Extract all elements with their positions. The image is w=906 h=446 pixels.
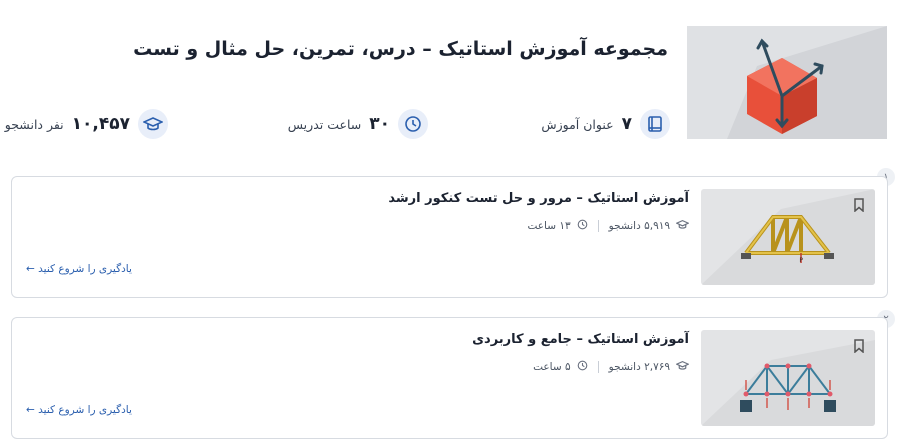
course-duration: ۱۳ ساعت <box>527 220 571 232</box>
page-title: مجموعه آموزش استاتیک – درس، تمرین، حل مث… <box>133 38 668 60</box>
stat-value: ۷ <box>621 114 632 134</box>
course-card[interactable]: آموزش استاتیک – جامع و کاربردی ۲,۷۶۹ دان… <box>11 317 888 439</box>
clock-icon <box>398 109 428 139</box>
course-title[interactable]: آموزش استاتیک – مرور و حل تست کنکور ارشد <box>388 191 689 206</box>
course-thumbnail[interactable]: P <box>701 189 875 285</box>
course-meta: ۵,۹۱۹ دانشجو ۱۳ ساعت <box>527 219 690 233</box>
svg-text:P: P <box>799 257 803 264</box>
book-icon <box>640 109 670 139</box>
stat-label: ساعت تدریس <box>287 116 362 132</box>
course-duration: ۵ ساعت <box>533 361 571 373</box>
bookmark-icon[interactable] <box>853 197 865 216</box>
divider <box>597 220 599 232</box>
divider <box>597 361 599 373</box>
course-thumbnail[interactable] <box>701 330 875 426</box>
student-count: ۵,۹۱۹ دانشجو <box>608 220 670 232</box>
stat-label: عنوان آموزش <box>541 116 614 132</box>
stat-label: نفر دانشجو <box>4 116 64 132</box>
stat-value: ۳۰ <box>369 114 390 134</box>
graduation-cap-icon <box>138 109 168 139</box>
start-learning-link[interactable]: یادگیری را شروع کنید ← <box>26 404 132 416</box>
clock-icon <box>577 360 588 374</box>
stat-hours: ۳۰ ساعت تدریس <box>288 109 428 139</box>
course-title[interactable]: آموزش استاتیک – جامع و کاربردی <box>472 332 689 347</box>
start-learning-link[interactable]: یادگیری را شروع کنید ← <box>26 263 132 275</box>
stat-value: ۱۰,۴۵۷ <box>71 114 130 134</box>
stat-courses: ۷ عنوان آموزش <box>541 109 670 139</box>
course-card[interactable]: P آموزش استاتیک – مرور و حل تست کنکور ار… <box>11 176 888 298</box>
graduation-cap-icon <box>675 219 690 233</box>
clock-icon <box>577 219 588 233</box>
graduation-cap-icon <box>675 360 690 374</box>
hero-image <box>687 26 887 139</box>
course-meta: ۲,۷۶۹ دانشجو ۵ ساعت <box>533 360 690 374</box>
stat-students: ۱۰,۴۵۷ نفر دانشجو <box>5 109 168 139</box>
student-count: ۲,۷۶۹ دانشجو <box>608 361 670 373</box>
bookmark-icon[interactable] <box>853 338 865 357</box>
